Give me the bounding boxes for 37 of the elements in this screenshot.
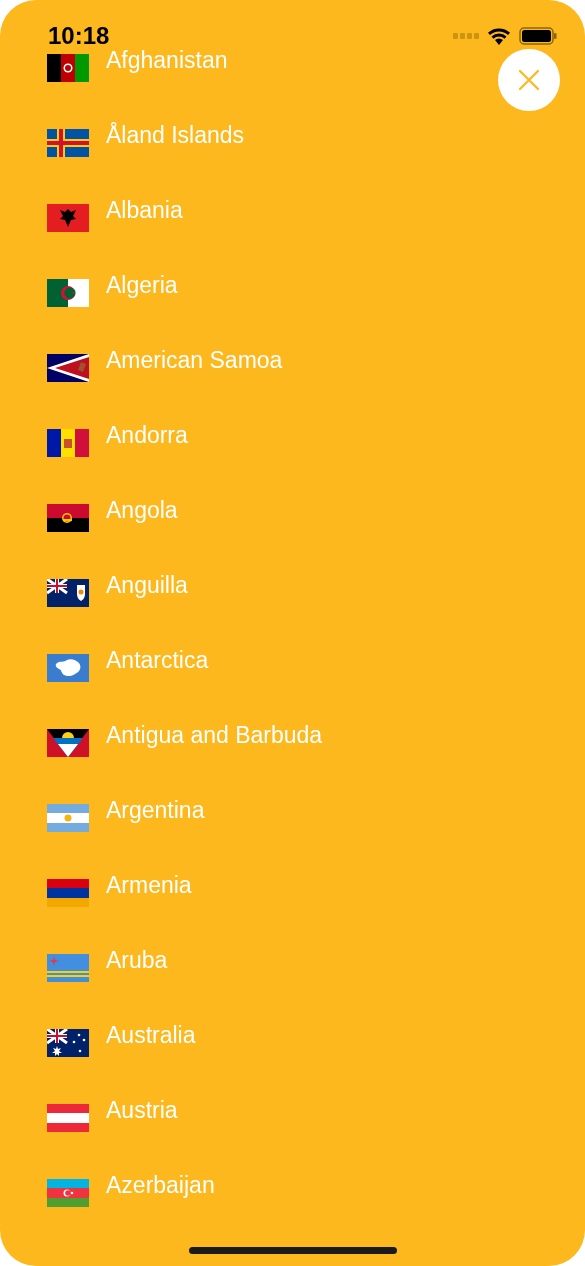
- country-name[interactable]: Aruba: [106, 947, 168, 974]
- flag-icon: [47, 578, 89, 607]
- country-name[interactable]: Antigua and Barbuda: [106, 722, 323, 749]
- country-name[interactable]: Afghanistan: [106, 47, 228, 74]
- flag-icon: [47, 278, 89, 307]
- country-name[interactable]: Algeria: [106, 272, 178, 299]
- country-name[interactable]: Armenia: [106, 872, 192, 899]
- flag-icon: [47, 353, 89, 382]
- flag-icon: [47, 1028, 89, 1057]
- country-name[interactable]: Austria: [106, 1097, 178, 1124]
- country-name[interactable]: Antarctica: [106, 647, 209, 674]
- country-name[interactable]: Åland Islands: [106, 122, 245, 149]
- flag-icon: [47, 953, 89, 982]
- country-name[interactable]: Albania: [106, 197, 183, 224]
- country-name[interactable]: Anguilla: [106, 572, 188, 599]
- wifi-icon: [487, 27, 511, 45]
- country-name[interactable]: Argentina: [106, 797, 205, 824]
- country-name[interactable]: Australia: [106, 1022, 196, 1049]
- flag-icon: [47, 1103, 89, 1132]
- signal-icon: [453, 33, 479, 39]
- close-icon: [518, 69, 540, 91]
- flag-icon: [47, 128, 89, 157]
- flag-icon: [47, 1178, 89, 1207]
- country-name[interactable]: Azerbaijan: [106, 1172, 215, 1199]
- flag-icon: [47, 503, 89, 532]
- flag-icon: [47, 53, 89, 82]
- country-name[interactable]: Angola: [106, 497, 178, 524]
- battery-icon: [519, 27, 557, 45]
- flag-icon: [47, 203, 89, 232]
- country-name[interactable]: Andorra: [106, 422, 188, 449]
- flag-icon: [47, 803, 89, 832]
- flag-icon: [47, 653, 89, 682]
- status-time: 10:18: [48, 22, 110, 50]
- flag-icon: [47, 428, 89, 457]
- country-name[interactable]: American Samoa: [106, 347, 283, 374]
- flag-icon: [47, 878, 89, 907]
- flag-icon: [47, 728, 89, 757]
